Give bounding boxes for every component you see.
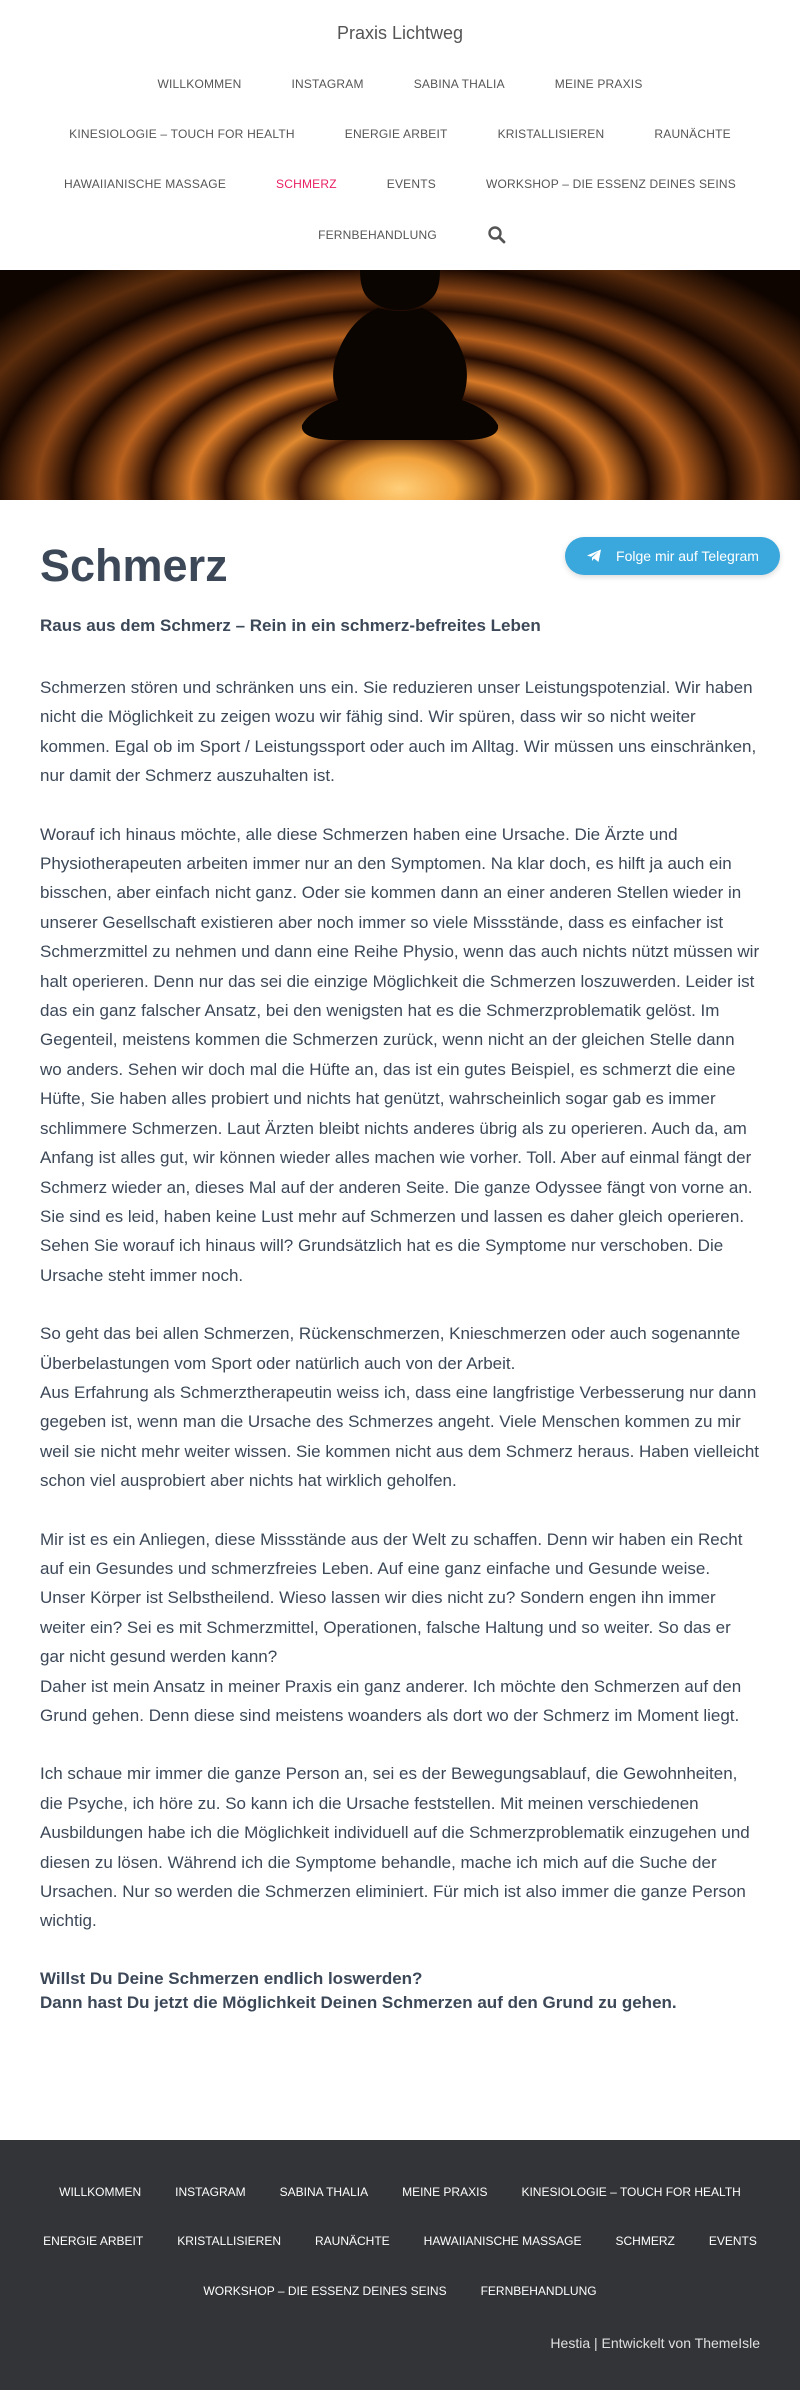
paragraph-3: So geht das bei allen Schmerzen, Rückens… <box>40 1324 760 1491</box>
footer-item-workshop[interactable]: WORKSHOP – DIE ESSENZ DEINES SEINS <box>203 2284 446 2298</box>
nav-row-1: WILLKOMMEN INSTAGRAM SABINA THALIA MEINE… <box>0 77 800 91</box>
nav-item-energie-arbeit[interactable]: ENERGIE ARBEIT <box>345 127 448 141</box>
footer-item-meine-praxis[interactable]: MEINE PRAXIS <box>402 2185 487 2199</box>
footer-item-events[interactable]: EVENTS <box>709 2234 757 2248</box>
footer-item-energie-arbeit[interactable]: ENERGIE ARBEIT <box>43 2234 143 2248</box>
hero-image <box>0 270 800 500</box>
nav-item-sabina-thalia[interactable]: SABINA THALIA <box>414 77 505 91</box>
paragraph-1: Schmerzen stören und schränken uns ein. … <box>40 678 757 786</box>
nav-row-2: KINESIOLOGIE – TOUCH FOR HEALTH ENERGIE … <box>0 127 800 141</box>
paragraph-5: Ich schaue mir immer die ganze Person an… <box>40 1764 750 1931</box>
meditation-silhouette-image <box>301 270 499 440</box>
footer-item-kristallisieren[interactable]: KRISTALLISIEREN <box>177 2234 281 2248</box>
site-brand[interactable]: Praxis Lichtweg <box>0 23 800 44</box>
footer-item-kinesiologie[interactable]: KINESIOLOGIE – TOUCH FOR HEALTH <box>521 2185 740 2199</box>
cta-line-1: Willst Du Deine Schmerzen endlich loswer… <box>40 1968 423 1988</box>
main-content: Schmerz Raus aus dem Schmerz – Rein in e… <box>40 540 760 2015</box>
page-title: Schmerz <box>40 540 228 591</box>
paragraph-4: Mir ist es ein Anliegen, diese Missständ… <box>40 1529 743 1725</box>
paragraph-2: Worauf ich hinaus möchte, alle diese Sch… <box>40 824 760 1285</box>
nav-item-instagram[interactable]: INSTAGRAM <box>291 77 363 91</box>
site-footer: WILLKOMMEN INSTAGRAM SABINA THALIA MEINE… <box>0 2140 800 2390</box>
footer-item-schmerz[interactable]: SCHMERZ <box>615 2234 674 2248</box>
footer-item-fernbehandlung[interactable]: FERNBEHANDLUNG <box>481 2284 597 2298</box>
footer-item-instagram[interactable]: INSTAGRAM <box>175 2185 245 2199</box>
nav-item-kristallisieren[interactable]: KRISTALLISIEREN <box>498 127 605 141</box>
footer-item-sabina-thalia[interactable]: SABINA THALIA <box>280 2185 368 2199</box>
footer-item-raunaechte[interactable]: RAUNÄCHTE <box>315 2234 390 2248</box>
nav-item-events[interactable]: EVENTS <box>387 177 436 191</box>
nav-item-meine-praxis[interactable]: MEINE PRAXIS <box>555 77 643 91</box>
search-icon[interactable] <box>487 225 507 245</box>
nav-item-willkommen[interactable]: WILLKOMMEN <box>157 77 241 91</box>
nav-row-3: HAWAIIANISCHE MASSAGE SCHMERZ EVENTS WOR… <box>0 177 800 191</box>
credit-prefix: Hestia | Entwickelt von <box>550 2335 695 2351</box>
footer-credits: Hestia | Entwickelt von ThemeIsle <box>550 2335 760 2351</box>
page-subtitle: Raus aus dem Schmerz – Rein in ein schme… <box>40 616 541 635</box>
nav-item-raunaechte[interactable]: RAUNÄCHTE <box>654 127 730 141</box>
nav-item-schmerz[interactable]: SCHMERZ <box>276 177 337 191</box>
nav-item-fernbehandlung[interactable]: FERNBEHANDLUNG <box>318 228 437 242</box>
call-to-action: Willst Du Deine Schmerzen endlich loswer… <box>40 1967 760 2015</box>
footer-nav-row-3: WORKSHOP – DIE ESSENZ DEINES SEINS FERNB… <box>0 2284 800 2298</box>
footer-item-willkommen[interactable]: WILLKOMMEN <box>59 2185 141 2199</box>
footer-item-hawaiianische-massage[interactable]: HAWAIIANISCHE MASSAGE <box>424 2234 582 2248</box>
nav-item-kinesiologie[interactable]: KINESIOLOGIE – TOUCH FOR HEALTH <box>69 127 295 141</box>
footer-nav-row-1: WILLKOMMEN INSTAGRAM SABINA THALIA MEINE… <box>0 2185 800 2199</box>
nav-item-hawaiianische-massage[interactable]: HAWAIIANISCHE MASSAGE <box>64 177 226 191</box>
nav-row-4: FERNBEHANDLUNG <box>0 225 800 245</box>
cta-line-2: Dann hast Du jetzt die Möglichkeit Deine… <box>40 1992 677 2012</box>
site-header: Praxis Lichtweg WILLKOMMEN INSTAGRAM SAB… <box>0 0 800 270</box>
footer-nav-row-2: ENERGIE ARBEIT KRISTALLISIEREN RAUNÄCHTE… <box>0 2234 800 2248</box>
themeisle-link[interactable]: ThemeIsle <box>695 2335 760 2351</box>
nav-item-workshop[interactable]: WORKSHOP – DIE ESSENZ DEINES SEINS <box>486 177 736 191</box>
